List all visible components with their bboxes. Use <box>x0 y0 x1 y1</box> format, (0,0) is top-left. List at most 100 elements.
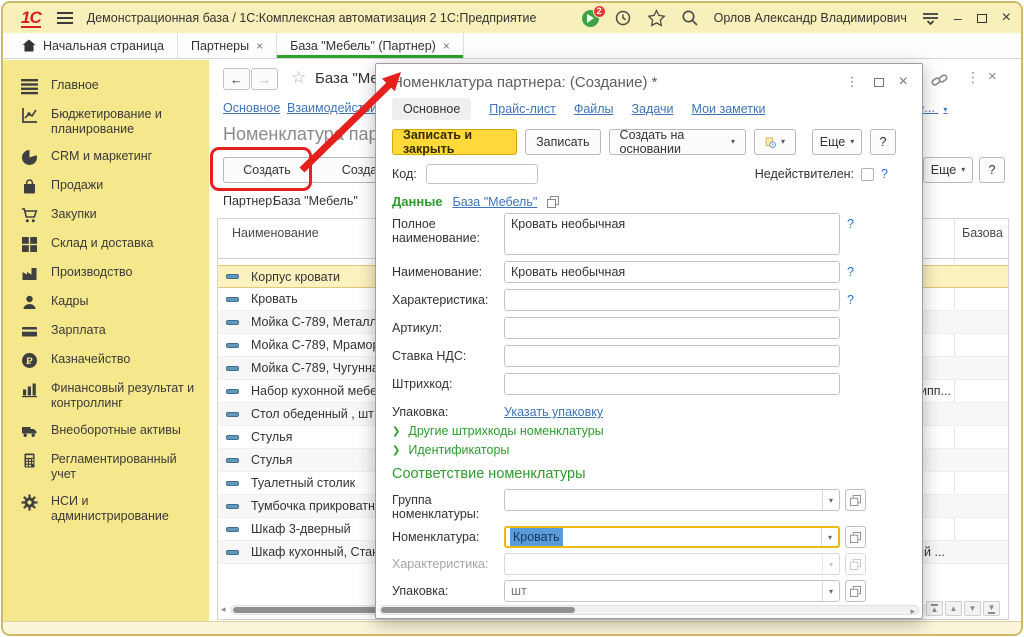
open-nomenclature-button[interactable] <box>845 526 866 548</box>
forward-button[interactable]: → <box>251 68 278 90</box>
partner-link[interactable]: База "Мебель" <box>453 195 538 209</box>
open-group-button[interactable] <box>845 489 866 511</box>
partner-filter-value[interactable]: База "Мебель" <box>273 194 358 208</box>
history-icon[interactable] <box>614 9 632 27</box>
field-help[interactable]: ? <box>847 261 854 279</box>
sidebar-item-treasury[interactable]: Р Казначейство <box>3 346 209 375</box>
save-button[interactable]: Записать <box>525 129 600 155</box>
tab-close-icon[interactable]: × <box>256 39 263 53</box>
sales-bag-icon <box>21 178 38 195</box>
open-packaging-button[interactable] <box>845 580 866 602</box>
dialog-tab-main[interactable]: Основное <box>392 98 471 120</box>
full-name-input[interactable]: Кровать необычная <box>504 213 840 255</box>
copy-history-button[interactable]: ▾ <box>754 129 796 155</box>
user-name[interactable]: Орлов Александр Владимирович <box>714 11 907 25</box>
sidebar-item-warehouse[interactable]: Склад и доставка <box>3 230 209 259</box>
barcode-input[interactable] <box>504 373 840 395</box>
item-dash-icon <box>226 297 239 302</box>
service-menu-icon[interactable] <box>922 11 939 26</box>
go-last-row-button[interactable]: ▼ <box>983 601 1000 616</box>
nav-link-main[interactable]: Основное <box>223 101 280 115</box>
dialog-help-button[interactable]: ? <box>870 129 896 155</box>
set-packaging-link[interactable]: Указать упаковку <box>504 401 603 419</box>
dialog-more-button[interactable]: Еще▾ <box>812 129 862 155</box>
expander-other-barcodes[interactable]: ❯ Другие штрихкоды номенклатуры <box>392 424 906 438</box>
tab-partner-base-mebel[interactable]: База "Мебель" (Партнер) × <box>277 33 464 58</box>
sidebar-item-main[interactable]: Главное <box>3 72 209 101</box>
sidebar-item-hr[interactable]: Кадры <box>3 288 209 317</box>
notifications-icon[interactable]: 2 <box>582 10 599 27</box>
sidebar-item-production[interactable]: Производство <box>3 259 209 288</box>
open-link-icon[interactable] <box>547 196 559 208</box>
nomenclature-group-combo[interactable]: ▾ <box>504 489 840 511</box>
sidebar-item-salary[interactable]: Зарплата <box>3 317 209 346</box>
save-close-button[interactable]: Записать и закрыть <box>392 129 517 155</box>
article-input[interactable] <box>504 317 840 339</box>
more-button[interactable]: Еще▾ <box>923 157 973 183</box>
sidebar-item-assets[interactable]: Внеоборотные активы <box>3 417 209 446</box>
sidebar-item-regulated[interactable]: Регламентированный учет <box>3 446 209 488</box>
dialog-menu-dots-icon[interactable]: ⋮ <box>846 74 859 90</box>
main-menu-icon[interactable] <box>57 12 73 24</box>
code-input[interactable] <box>426 164 538 184</box>
sidebar-item-administration[interactable]: НСИ и администрирование <box>3 488 209 530</box>
form-menu-dots-icon[interactable]: ⋮ <box>966 69 980 86</box>
dialog-tab-files[interactable]: Файлы <box>574 102 614 116</box>
minimize-button[interactable]: – <box>954 11 962 25</box>
item-dash-icon <box>226 481 239 486</box>
item-dash-icon <box>226 550 239 555</box>
selected-value[interactable]: Кровать <box>510 528 563 546</box>
close-button[interactable]: × <box>1002 10 1011 26</box>
sidebar-item-sales[interactable]: Продажи <box>3 172 209 201</box>
dialog-close-icon[interactable]: × <box>899 73 908 91</box>
characteristic-input[interactable] <box>504 289 840 311</box>
nav-link-interactions[interactable]: Взаимодействия <box>287 101 384 115</box>
create-button[interactable]: Создать <box>223 157 311 183</box>
vat-input[interactable] <box>504 345 840 367</box>
go-next-row-button[interactable]: ▼ <box>964 601 981 616</box>
name-input[interactable] <box>504 261 840 283</box>
nomenclature-combo[interactable]: Кровать ▾ <box>504 526 840 548</box>
packaging2-input[interactable] <box>505 581 822 601</box>
dialog-tab-notes[interactable]: Мои заметки <box>692 102 766 116</box>
invalid-checkbox[interactable] <box>861 168 874 181</box>
characteristic-label: Характеристика: <box>392 289 504 307</box>
dialog-tab-tasks[interactable]: Задачи <box>632 102 674 116</box>
link-icon[interactable] <box>931 71 949 88</box>
sidebar-item-purchases[interactable]: Закупки <box>3 201 209 230</box>
dropdown-icon[interactable]: ▾ <box>822 581 839 601</box>
field-help[interactable]: ? <box>847 213 854 231</box>
favorite-star-icon[interactable]: ☆ <box>291 68 306 88</box>
sidebar-item-budgeting[interactable]: Бюджетирование и планирование <box>3 101 209 143</box>
sidebar-item-crm[interactable]: CRM и маркетинг <box>3 143 209 172</box>
scroll-right-icon[interactable]: ▸ <box>910 607 915 616</box>
column-header-name[interactable]: Наименование <box>232 226 319 240</box>
maximize-button[interactable] <box>977 14 987 23</box>
dialog-tab-pricelist[interactable]: Прайс-лист <box>489 102 556 116</box>
back-button[interactable]: ← <box>223 68 250 90</box>
invalid-help[interactable]: ? <box>881 167 888 181</box>
form-close-icon[interactable]: × <box>988 68 997 85</box>
help-button[interactable]: ? <box>979 157 1005 183</box>
dropdown-icon[interactable]: ▾ <box>822 490 839 510</box>
packaging2-combo[interactable]: ▾ <box>504 580 840 602</box>
search-icon[interactable] <box>681 9 699 27</box>
sidebar-item-finresult[interactable]: Финансовый результат и контроллинг <box>3 375 209 417</box>
go-prev-row-button[interactable]: ▲ <box>945 601 962 616</box>
go-first-row-button[interactable]: ▲ <box>926 601 943 616</box>
tab-close-icon[interactable]: × <box>443 39 450 53</box>
dialog-horizontal-scrollbar[interactable]: ▸ <box>379 605 919 615</box>
scroll-left-icon[interactable]: ◂ <box>221 605 226 614</box>
item-dash-icon <box>226 458 239 463</box>
field-help[interactable]: ? <box>847 289 854 307</box>
dialog-maximize-icon[interactable] <box>874 78 884 87</box>
expander-identifiers[interactable]: ❯ Идентификаторы <box>392 443 906 457</box>
dropdown-icon[interactable]: ▾ <box>821 528 838 546</box>
tab-partners[interactable]: Партнеры × <box>178 33 277 58</box>
tab-home[interactable]: Начальная страница <box>9 33 178 58</box>
column-header-base[interactable]: Базова <box>962 226 1003 240</box>
dropdown-icon: ▾ <box>822 554 839 574</box>
favorites-star-icon[interactable] <box>647 9 666 27</box>
create-based-on-button[interactable]: Создать на основании▾ <box>609 129 746 155</box>
scrollbar-thumb[interactable] <box>381 607 575 613</box>
